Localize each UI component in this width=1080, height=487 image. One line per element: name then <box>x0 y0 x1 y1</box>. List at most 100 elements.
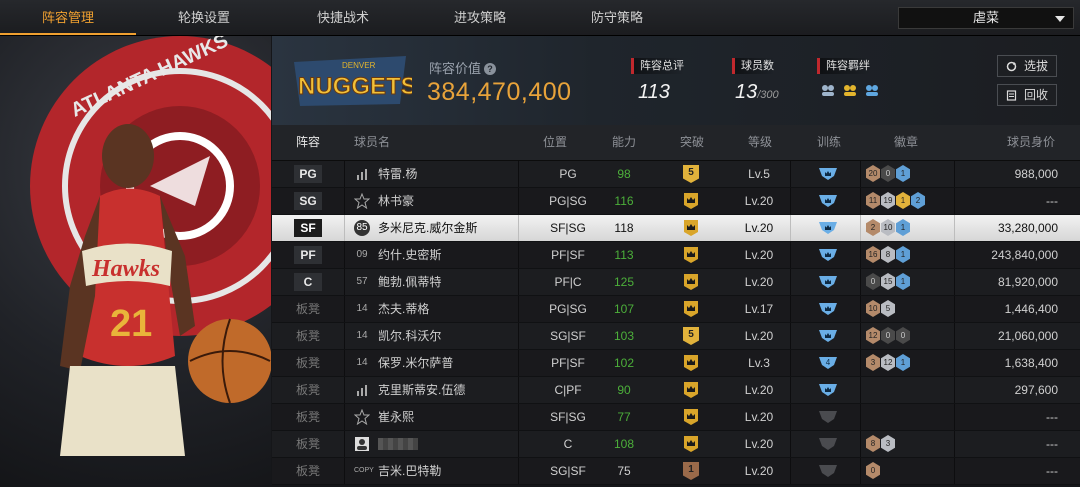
select-players-button[interactable]: 选拔 <box>997 55 1057 77</box>
table-row[interactable]: PG 特雷.杨 PG 98 5 Lv.5 20 0 1 988,000 <box>272 161 1080 188</box>
badge-group[interactable]: 16 8 1 <box>866 246 911 264</box>
player-name: 林书豪 <box>378 194 415 208</box>
training-icon[interactable] <box>818 247 838 262</box>
table-row[interactable]: SF 85 多米尼克.威尔金斯 SF|SG 118 Lv.20 2 10 1 33,280,000 <box>272 215 1080 242</box>
badge-hex-icon: 12 <box>881 354 895 371</box>
table-row[interactable]: SG 林书豪 PG|SG 116 Lv.20 11 19 1 2 --- <box>272 188 1080 215</box>
col-breakthrough[interactable]: 突破 <box>680 125 704 160</box>
player-value: --- <box>1046 464 1058 478</box>
badge-hex-icon: 1 <box>896 219 910 236</box>
divider <box>344 350 345 376</box>
badge-group[interactable]: 11 19 1 2 <box>866 192 926 210</box>
table-row[interactable]: 板凳 14 杰夫.蒂格 PG|SG 107 Lv.17 10 5 1,446,400 <box>272 296 1080 323</box>
refresh-icon <box>1006 61 1017 72</box>
tab-defense-strategy[interactable]: 防守策略 <box>549 0 685 35</box>
badge-group[interactable]: 20 0 1 <box>866 165 911 183</box>
divider <box>518 161 519 187</box>
player-position: SG|SF <box>550 329 586 343</box>
training-icon[interactable] <box>818 220 838 235</box>
col-level[interactable]: 等级 <box>748 125 772 160</box>
training-icon-inactive[interactable] <box>818 463 838 478</box>
training-icon-inactive[interactable] <box>818 436 838 451</box>
jersey-number-badge: 14 <box>356 330 368 341</box>
badge-group[interactable]: 10 5 <box>866 300 896 318</box>
help-icon[interactable]: ? <box>484 63 497 75</box>
training-icon[interactable]: 4 <box>818 355 838 370</box>
col-lineup[interactable]: 阵容 <box>296 125 320 160</box>
table-row[interactable]: 板凳 克里斯蒂安.伍德 C|PF 90 Lv.20 297,600 <box>272 377 1080 404</box>
divider <box>954 269 955 295</box>
player-rating: 118 <box>614 221 634 235</box>
training-icon[interactable] <box>818 166 838 181</box>
badge-group[interactable]: 0 <box>866 462 881 480</box>
divider <box>790 431 791 457</box>
lineup-slot-badge: PG <box>294 165 322 183</box>
table-row[interactable]: 板凳 14 凯尔.科沃尔 SG|SF 103 5 Lv.20 12 0 0 21,060,000 <box>272 323 1080 350</box>
player-rating: 90 <box>617 383 631 397</box>
player-position: PG <box>559 167 577 181</box>
col-player-value[interactable]: 球员身价 <box>1007 125 1055 160</box>
player-count-max: /300 <box>757 89 779 101</box>
badge-group[interactable]: 2 10 1 <box>866 219 911 237</box>
tab-offense-strategy[interactable]: 进攻策略 <box>412 0 548 35</box>
divider <box>860 161 861 187</box>
player-value: --- <box>1046 410 1058 424</box>
badge-group[interactable]: 0 15 1 <box>866 273 911 291</box>
bond-icon-1[interactable] <box>820 82 836 98</box>
col-position[interactable]: 位置 <box>543 125 567 160</box>
crown-icon <box>684 436 698 452</box>
badge-group[interactable]: 83 <box>866 435 896 453</box>
difficulty-dropdown[interactable]: 虐菜 <box>898 7 1074 29</box>
player-name: 鲍勃.佩蒂特 <box>378 275 442 289</box>
badge-hex-icon: 3 <box>866 354 880 371</box>
player-rating: 107 <box>613 302 635 316</box>
training-icon[interactable] <box>818 328 838 343</box>
jersey-number-badge: 14 <box>356 303 368 314</box>
featured-player-art: ATLANTA HAWKS Hawks 21 <box>0 36 271 487</box>
table-row[interactable]: 板凳 14 保罗.米尔萨普 PF|SF 102 Lv.3 4 3 12 1 1,638,400 <box>272 350 1080 377</box>
star-icon <box>354 409 370 425</box>
bench-label: 板凳 <box>295 437 320 451</box>
training-icon[interactable] <box>818 382 838 397</box>
lineup-value: 384,470,400 <box>427 78 572 106</box>
tab-rotation-settings[interactable]: 轮换设置 <box>136 0 272 35</box>
recycle-button[interactable]: 回收 <box>997 84 1057 106</box>
col-badges[interactable]: 徽章 <box>894 125 918 160</box>
col-rating[interactable]: 能力 <box>612 125 636 160</box>
training-icon[interactable] <box>818 274 838 289</box>
divider <box>344 215 345 241</box>
col-training[interactable]: 训练 <box>817 125 841 160</box>
bond-icon-3[interactable] <box>864 82 880 98</box>
divider <box>344 377 345 403</box>
bench-label: 板凳 <box>295 410 320 424</box>
divider <box>954 458 955 484</box>
svg-text:DENVER: DENVER <box>342 61 376 70</box>
tab-quick-tactics[interactable]: 快捷战术 <box>275 0 411 35</box>
divider <box>518 242 519 268</box>
badge-group[interactable]: 3 12 1 <box>866 354 911 372</box>
divider <box>860 215 861 241</box>
tab-lineup-management[interactable]: 阵容管理 <box>0 0 136 35</box>
training-icon-inactive[interactable] <box>818 409 838 424</box>
badge-group[interactable]: 12 0 0 <box>866 327 911 345</box>
table-row[interactable]: C 57 鲍勃.佩蒂特 PF|C 125 Lv.20 0 15 1 81,920,000 <box>272 269 1080 296</box>
table-row[interactable]: 板凳 崔永熙 SF|SG 77 Lv.20 --- <box>272 404 1080 431</box>
player-position: SF|SG <box>550 221 586 235</box>
bond-icon-2[interactable] <box>842 82 858 98</box>
badge-hex-icon: 19 <box>881 192 895 209</box>
col-player-name[interactable]: 球员名 <box>354 125 390 160</box>
training-icon[interactable] <box>818 301 838 316</box>
table-row[interactable]: 板凳 COPY 吉米.巴特勒 SG|SF 75 1 Lv.20 0 --- <box>272 458 1080 485</box>
divider <box>954 431 955 457</box>
table-row[interactable]: PF 09 约什.史密斯 PF|SF 113 Lv.20 16 8 1 243,840,000 <box>272 242 1080 269</box>
divider <box>860 296 861 322</box>
divider <box>954 404 955 430</box>
badge-hex-icon: 8 <box>866 435 880 452</box>
training-icon[interactable] <box>818 193 838 208</box>
divider <box>344 458 345 484</box>
crown-icon <box>684 382 698 398</box>
table-row[interactable]: 板凳 C 108 Lv.20 8 3 --- <box>272 431 1080 458</box>
svg-text:4: 4 <box>826 358 831 367</box>
player-position: PF|C <box>554 275 582 289</box>
player-name: 杰夫.蒂格 <box>378 302 430 316</box>
